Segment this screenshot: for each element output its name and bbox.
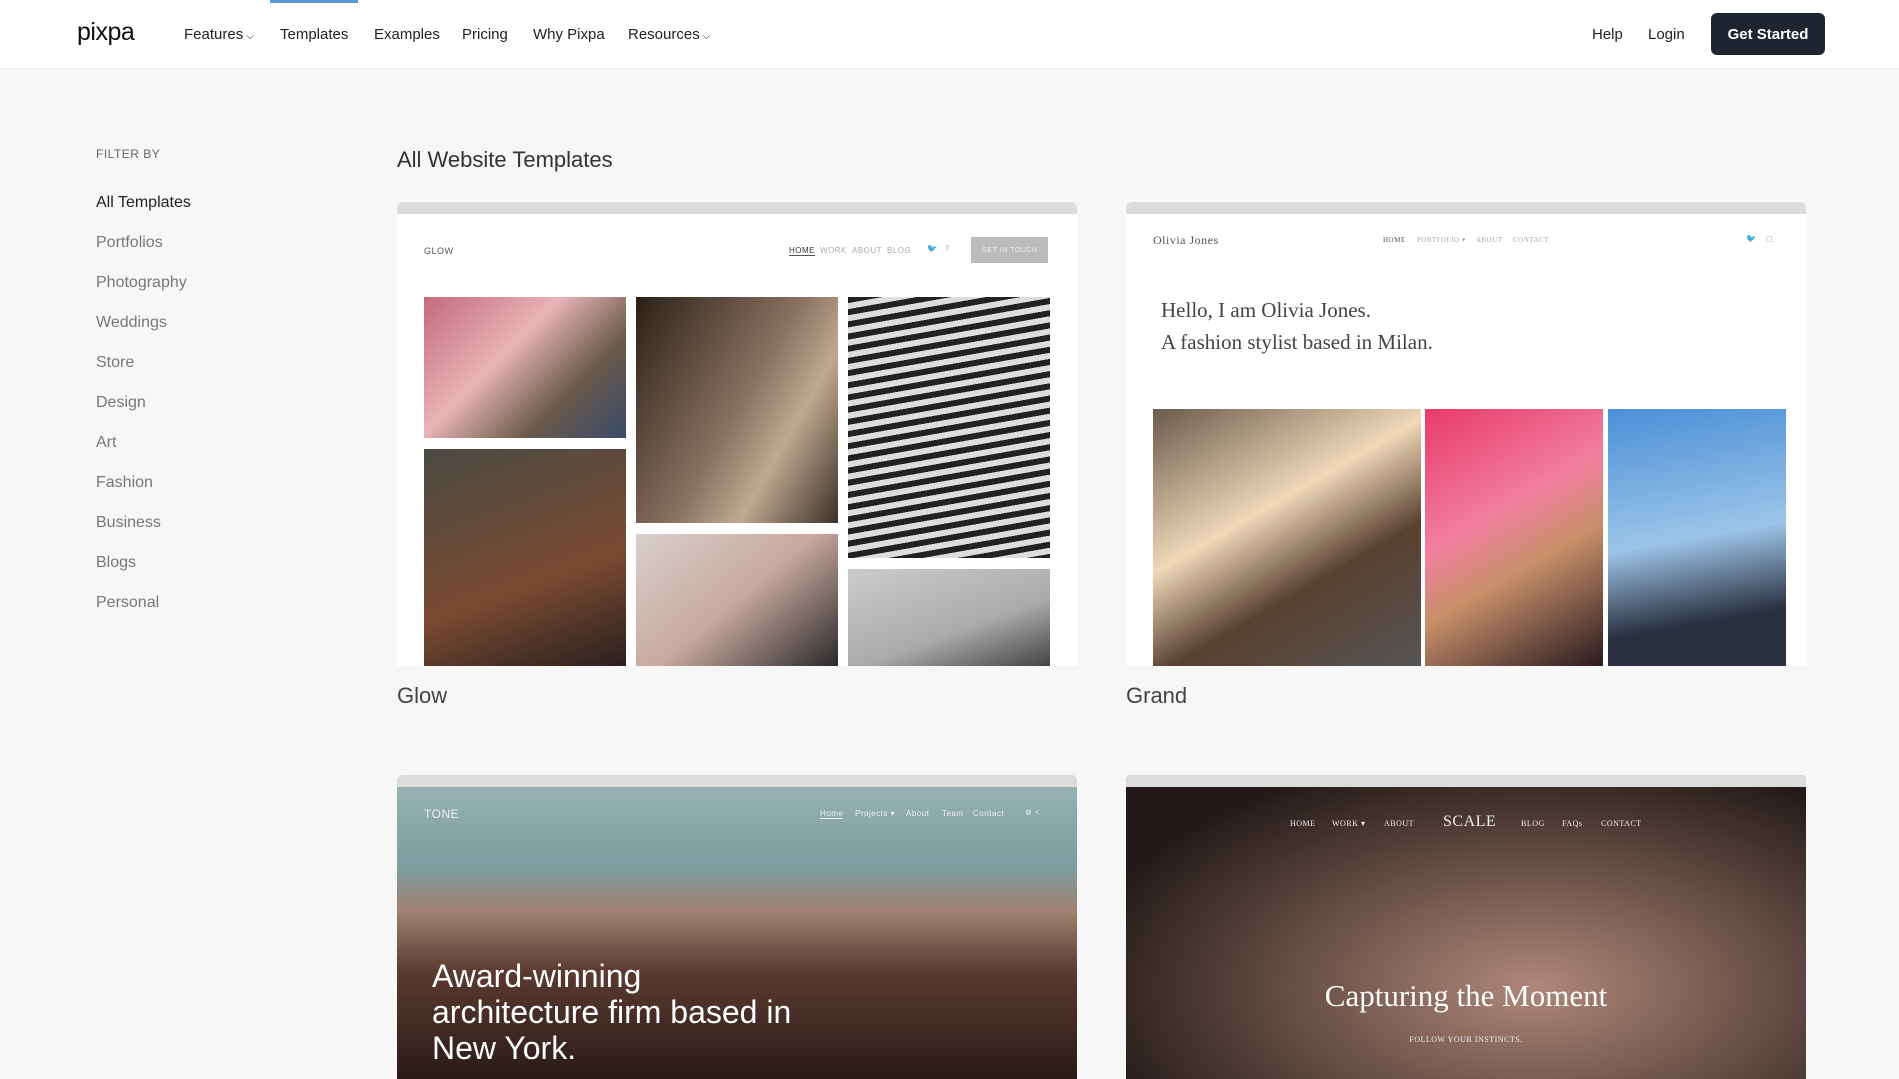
facebook-icon: f xyxy=(946,244,949,253)
card-top-bar xyxy=(397,202,1077,214)
preview-headline: Award-winning xyxy=(432,958,642,994)
page-title: All Website Templates xyxy=(397,147,613,172)
photo xyxy=(848,297,1050,558)
filter-item[interactable]: Weddings xyxy=(96,314,167,332)
share-icon: ⊚ < xyxy=(1025,808,1041,817)
preview-menu-item: HOME xyxy=(789,246,815,256)
photo xyxy=(424,297,626,438)
filter-item[interactable]: Blogs xyxy=(96,554,136,572)
preview-menu-item: HOME xyxy=(1383,236,1406,244)
preview-headline: Hello, I am Olivia Jones. xyxy=(1161,298,1371,322)
chevron-down-icon: ⌵ xyxy=(246,31,254,42)
nav-label: Resources xyxy=(628,26,700,43)
preview-menu-item: ABOUT xyxy=(852,246,883,255)
template-name[interactable]: Glow xyxy=(397,683,447,709)
nav-login[interactable]: Login xyxy=(1648,26,1685,43)
photo xyxy=(1425,409,1603,666)
preview-button: GET IN TOUCH xyxy=(971,237,1048,263)
preview-menu-item: ABOUT xyxy=(1476,236,1503,244)
get-started-button[interactable]: Get Started xyxy=(1711,13,1825,55)
preview-brand: GLOW xyxy=(424,246,454,256)
filter-heading: FILTER BY xyxy=(96,147,161,161)
filter-item[interactable]: Design xyxy=(96,394,146,412)
active-indicator xyxy=(270,0,358,3)
nav-features[interactable]: Features ⌵ xyxy=(184,26,254,43)
logo[interactable]: pixpa xyxy=(77,18,135,47)
preview-menu-item: FAQs xyxy=(1562,819,1583,828)
twitter-icon: 🐦 xyxy=(927,244,938,253)
filter-item[interactable]: Store xyxy=(96,354,134,372)
preview-menu-item: Team xyxy=(942,809,964,818)
preview-headline: Capturing the Moment xyxy=(1324,978,1608,1013)
filter-item[interactable]: Fashion xyxy=(96,474,153,492)
chevron-down-icon: ⌵ xyxy=(702,31,711,42)
filter-item[interactable]: Photography xyxy=(96,274,187,292)
preview-subheadline: FOLLOW YOUR INSTINCTS. xyxy=(1409,1035,1523,1044)
filter-item[interactable]: Art xyxy=(96,434,116,452)
nav-label: Features xyxy=(184,26,244,43)
photo xyxy=(1153,409,1421,666)
preview-menu-item: CONTACT xyxy=(1601,819,1642,828)
preview-brand: SCALE xyxy=(1443,813,1497,830)
nav-examples[interactable]: Examples xyxy=(374,26,440,43)
preview-menu-item: ABOUT xyxy=(1384,819,1415,828)
preview-menu-item: HOME xyxy=(1290,819,1316,828)
template-card-tone[interactable]: TONE Home Projects ▾ About Team Contact … xyxy=(397,775,1077,1079)
template-card-scale[interactable]: HOME WORK ▾ ABOUT SCALE BLOG FAQs CONTAC… xyxy=(1126,775,1806,1079)
filter-item[interactable]: Business xyxy=(96,514,161,532)
photo xyxy=(636,297,838,523)
nav-why-pixpa[interactable]: Why Pixpa xyxy=(533,26,605,43)
preview-menu-item: BLOG xyxy=(887,246,912,255)
preview-menu-item: About xyxy=(906,809,930,818)
preview-menu-item: Projects ▾ xyxy=(855,809,896,818)
card-top-bar xyxy=(1126,775,1806,787)
preview-menu-item: Home xyxy=(820,809,844,819)
preview-menu-item: PORTFOLIO ▾ xyxy=(1417,236,1466,244)
preview-brand: TONE xyxy=(424,807,460,821)
preview-menu-item: WORK xyxy=(820,246,847,255)
photo xyxy=(1608,409,1786,666)
preview-headline: architecture firm based in xyxy=(432,994,792,1030)
card-top-bar xyxy=(1126,202,1806,214)
card-top-bar xyxy=(397,775,1077,787)
template-card-grand[interactable]: Olivia Jones HOME PORTFOLIO ▾ ABOUT CONT… xyxy=(1126,202,1806,666)
preview-menu-item: BLOG xyxy=(1521,819,1545,828)
nav-pricing[interactable]: Pricing xyxy=(462,26,508,43)
template-name[interactable]: Grand xyxy=(1126,683,1187,709)
top-nav: pixpa Features ⌵ Templates Examples Prici… xyxy=(0,0,1899,69)
photo xyxy=(424,449,626,666)
nav-resources[interactable]: Resources ⌵ xyxy=(628,26,710,43)
instagram-icon: ◻ xyxy=(1766,234,1774,243)
preview-menu-item: WORK ▾ xyxy=(1332,819,1366,828)
preview-menu-item: Contact xyxy=(973,809,1005,818)
filter-item[interactable]: Portfolios xyxy=(96,234,163,252)
nav-templates[interactable]: Templates xyxy=(280,26,348,43)
twitter-icon: 🐦 xyxy=(1746,234,1757,243)
photo xyxy=(848,569,1050,666)
filter-item[interactable]: All Templates xyxy=(96,194,191,212)
photo xyxy=(636,534,838,666)
filter-item[interactable]: Personal xyxy=(96,594,159,612)
preview-headline: A fashion stylist based in Milan. xyxy=(1161,330,1433,354)
preview-headline: New York. xyxy=(432,1030,577,1066)
preview-brand: Olivia Jones xyxy=(1153,233,1219,247)
nav-help[interactable]: Help xyxy=(1592,26,1623,43)
template-card-glow[interactable]: GLOW HOME WORK ABOUT BLOG 🐦 f GET IN TOU… xyxy=(397,202,1077,666)
preview-menu-item: CONTACT xyxy=(1513,236,1549,244)
